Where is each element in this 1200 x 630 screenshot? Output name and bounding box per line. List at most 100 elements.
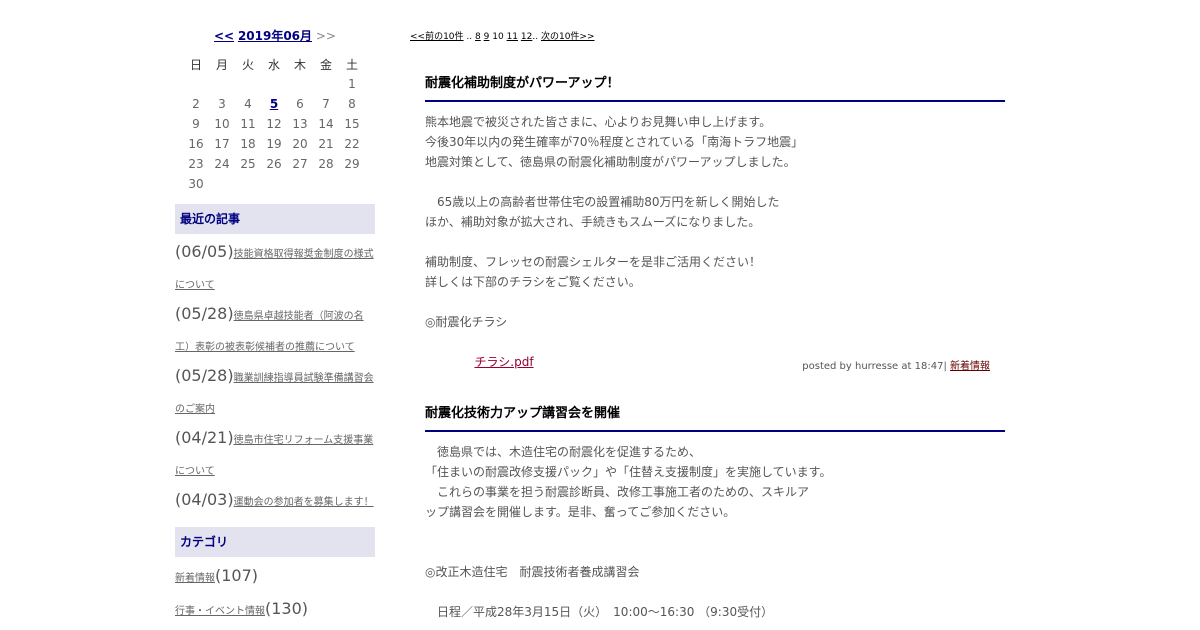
calendar-day [183, 74, 209, 94]
entry-line: ップ講習会を開催します。是非、奮ってご参加ください。 [425, 505, 736, 519]
entry-line [425, 292, 1005, 312]
calendar-day: 4 [244, 97, 252, 111]
calendar-day [313, 174, 339, 194]
weekday-thu: 木 [293, 57, 306, 72]
calendar-day [339, 174, 365, 194]
entry-line: 「住まいの耐震改修支援パック」や「住替え支援制度」を実施しています。 [425, 465, 832, 479]
category-link[interactable]: 新着情報 [175, 573, 215, 584]
calendar-day: 10 [214, 117, 230, 131]
entry-category-link[interactable]: 新着情報 [950, 361, 990, 372]
calendar-week: 1 [183, 74, 365, 94]
calendar-day [209, 174, 235, 194]
category-list: 新着情報(107) 行事・イベント情報(130) [175, 561, 375, 627]
calendar-day: 9 [192, 117, 200, 131]
entry-line: 今後30年以内の発生確率が70％程度とされている「南海トラフ地震」 [425, 135, 804, 149]
calendar-prev-link[interactable]: << [214, 29, 234, 43]
calendar-day [287, 174, 313, 194]
pager-page-9[interactable]: 9 [484, 32, 490, 42]
calendar-next-label: >> [315, 29, 336, 43]
list-item: (04/21)徳島市住宅リフォーム支援事業について [175, 424, 375, 486]
weekday-wed: 水 [267, 57, 280, 72]
list-item: (05/28)徳島県卓越技能者（阿波の名工）表彰の被表彰候補者の推薦について [175, 300, 375, 362]
calendar-week: 23 24 25 26 27 28 29 [183, 154, 365, 174]
calendar-day: 24 [214, 157, 230, 171]
recent-posts-heading: 最近の記事 [175, 204, 375, 234]
calendar-weekday-row: 日 月 火 水 木 金 土 [183, 54, 365, 74]
calendar-month-link[interactable]: 2019年06月 [238, 29, 312, 43]
posted-by-text: posted by hurresse at 18:47| [802, 361, 947, 372]
calendar-day: 22 [344, 137, 360, 151]
calendar-day: 17 [214, 137, 230, 151]
calendar-day: 23 [188, 157, 204, 171]
calendar-day: 8 [348, 97, 356, 111]
pdf-attachment-link[interactable]: チラシ.pdf [475, 355, 534, 369]
entry-line: ◎耐震化チラシ [425, 315, 508, 329]
pager-page-11[interactable]: 11 [507, 32, 518, 42]
list-item: (05/28)職業訓練指導員試験準備講習会のご案内 [175, 362, 375, 424]
category-link[interactable]: 行事・イベント情報 [175, 606, 265, 617]
blog-entry: 耐震化技術力アップ講習会を開催 徳島県では、木造住宅の耐震化を促進するため、 「… [425, 404, 1005, 622]
calendar-day [313, 74, 339, 94]
calendar-day-today-link[interactable]: 5 [261, 94, 287, 114]
entry-line: 補助制度、フレッセの耐震シェルターを是非ご活用ください！ [425, 255, 762, 269]
entry-line [425, 172, 1005, 192]
recent-posts-list: (06/05)技能資格取得報奨金制度の様式について (05/28)徳島県卓越技能… [175, 238, 375, 517]
list-item: (04/03)運動会の参加者を募集します！ [175, 486, 375, 517]
recent-post-link[interactable]: 運動会の参加者を募集します！ [234, 497, 374, 508]
entry-line: 65歳以上の高齢者世帯住宅の設置補助80万円を新しく開始した [425, 195, 780, 209]
recent-post-date: (06/05) [175, 242, 234, 261]
weekday-fri: 金 [319, 57, 332, 72]
entry-line: ほか、補助対象が拡大され、手続きもスムーズになりました。 [425, 215, 761, 229]
entry-line: 詳しくは下部のチラシをご覧ください。 [425, 275, 641, 289]
calendar-day: 16 [188, 137, 204, 151]
calendar-day: 27 [292, 157, 308, 171]
calendar: 日 月 火 水 木 金 土 1 2 3 4 5 6 7 8 9 10 11 12… [183, 54, 365, 194]
calendar-day: 18 [240, 137, 256, 151]
recent-post-date: (05/28) [175, 366, 234, 385]
pager-prev-link[interactable]: <<前の10件 [410, 32, 464, 42]
weekday-sat: 土 [345, 57, 358, 72]
entry-body: 徳島県では、木造住宅の耐震化を促進するため、 「住まいの耐震改修支援パック」や「… [425, 442, 1005, 622]
recent-post-date: (04/21) [175, 428, 234, 447]
calendar-day: 26 [266, 157, 282, 171]
calendar-day: 25 [240, 157, 256, 171]
pager-page-12[interactable]: 12 [521, 32, 532, 42]
entry-title: 耐震化補助制度がパワーアップ！ [425, 74, 1005, 102]
list-item: (06/05)技能資格取得報奨金制度の様式について [175, 238, 375, 300]
entry-line [425, 232, 1005, 252]
entry-line [425, 542, 1005, 562]
weekday-mon: 月 [215, 57, 228, 72]
entry-line: 徳島県では、木造住宅の耐震化を促進するため、 [425, 445, 702, 459]
calendar-day: 12 [266, 117, 282, 131]
category-heading: カテゴリ [175, 527, 375, 557]
blog-entry: 耐震化補助制度がパワーアップ！ 熊本地震で被災された皆さまに、心よりお見舞い申し… [425, 74, 1005, 374]
calendar-week: 30 [183, 174, 365, 194]
calendar-day [235, 174, 261, 194]
entry-line [425, 522, 1005, 542]
calendar-nav: << 2019年06月 >> [175, 26, 375, 46]
calendar-day: 21 [318, 137, 334, 151]
list-item: 新着情報(107) [175, 561, 375, 594]
calendar-day: 29 [344, 157, 360, 171]
attachment-row: チラシ.pdf [425, 332, 1005, 369]
pager-page-8[interactable]: 8 [475, 32, 481, 42]
calendar-day [287, 74, 313, 94]
calendar-day: 3 [218, 97, 226, 111]
calendar-week: 2 3 4 5 6 7 8 [183, 94, 365, 114]
calendar-day: 2 [192, 97, 200, 111]
calendar-day: 19 [266, 137, 282, 151]
pagination: <<前の10件 .. 8 9 10 11 12.. 次の10件>> [410, 30, 1010, 44]
calendar-day: 13 [292, 117, 308, 131]
sidebar: << 2019年06月 >> 日 月 火 水 木 金 土 1 2 3 4 5 6… [175, 26, 375, 627]
entry-body: 熊本地震で被災された皆さまに、心よりお見舞い申し上げます。 今後30年以内の発生… [425, 112, 1005, 369]
calendar-day [261, 74, 287, 94]
weekday-sun: 日 [189, 57, 202, 72]
calendar-day: 30 [188, 177, 204, 191]
entry-line: これらの事業を担う耐震診断員、改修工事施工者のための、スキルア [425, 485, 810, 499]
pager-next-link[interactable]: 次の10件>> [541, 32, 595, 42]
calendar-day [209, 74, 235, 94]
pager-ellipsis: .. [466, 32, 473, 42]
calendar-day [261, 174, 287, 194]
list-item: 行事・イベント情報(130) [175, 594, 375, 627]
calendar-day: 15 [344, 117, 360, 131]
